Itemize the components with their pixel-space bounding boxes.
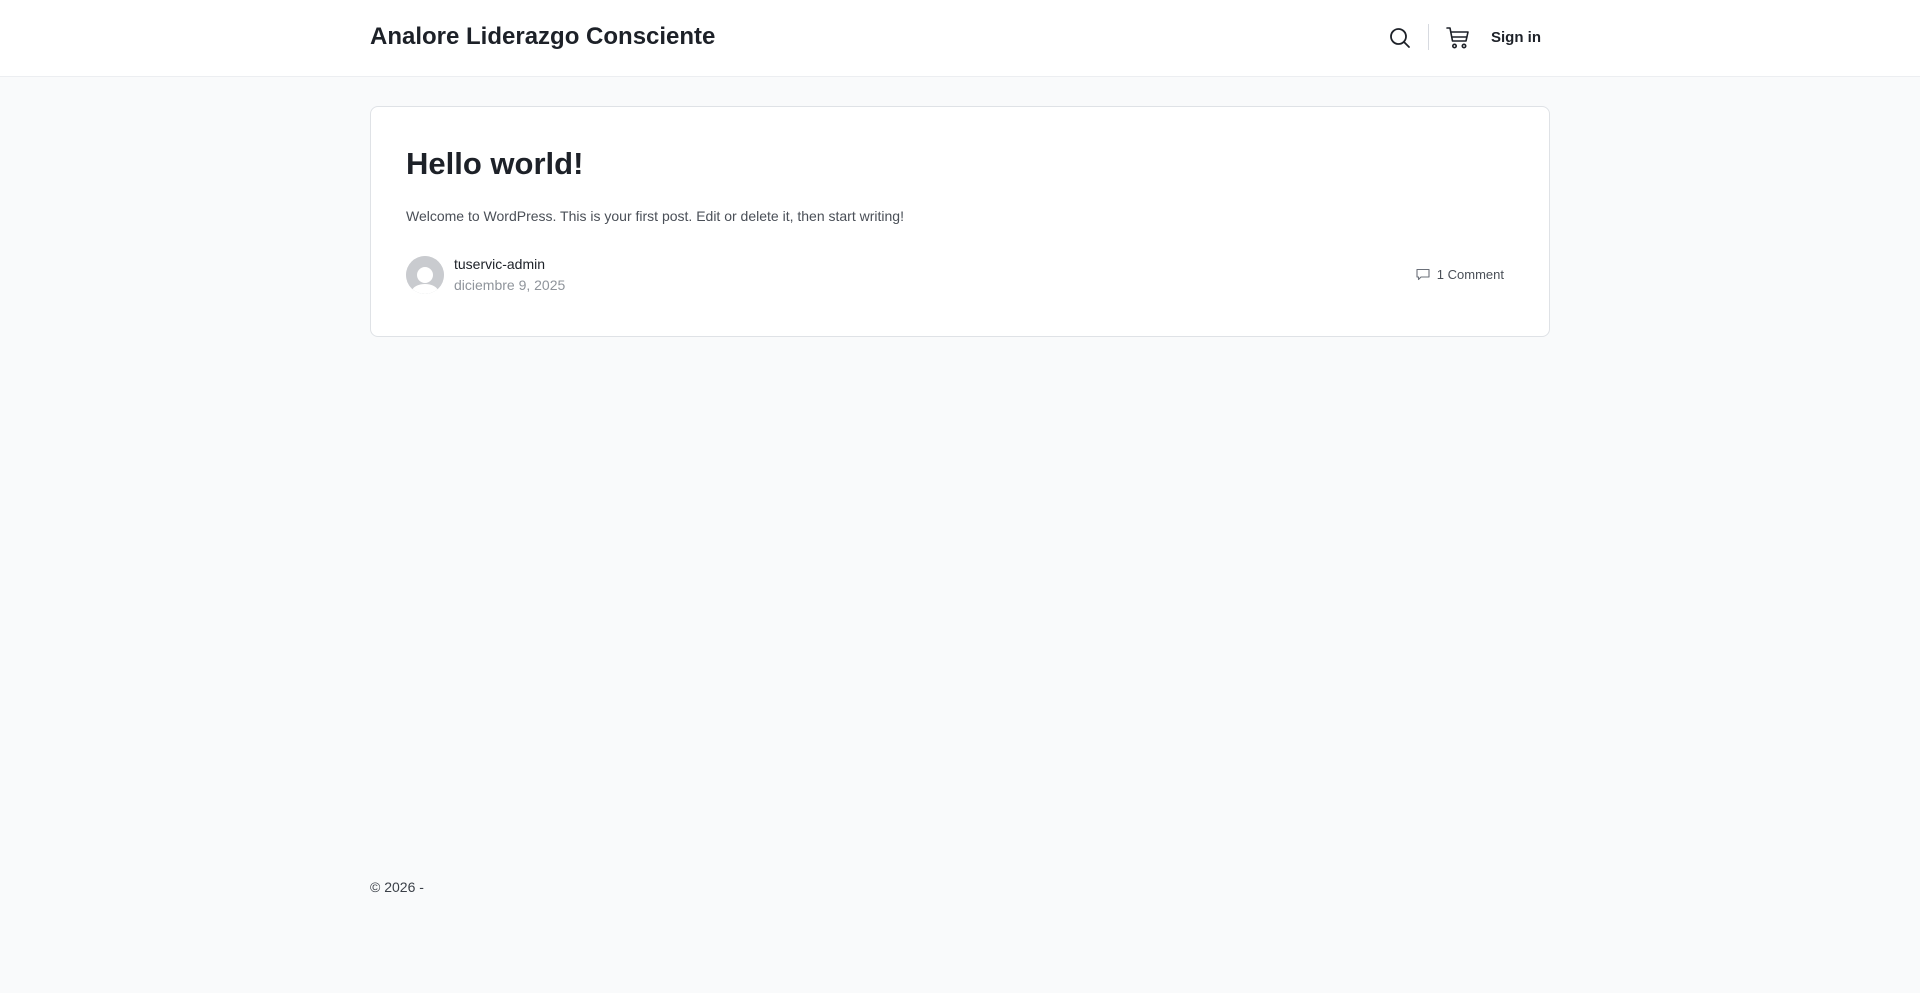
site-header: Analore Liderazgo Consciente Sign in: [0, 0, 1920, 77]
site-title[interactable]: Analore Liderazgo Consciente: [370, 23, 715, 51]
sign-in-link[interactable]: Sign in: [1491, 29, 1541, 46]
post-author[interactable]: tuservic-admin: [454, 256, 545, 272]
header-divider: [1428, 24, 1429, 50]
search-button[interactable]: [1388, 26, 1412, 50]
author-avatar: [406, 256, 444, 294]
post-date: diciembre 9, 2025: [454, 277, 566, 293]
comment-icon: [1416, 268, 1430, 281]
post-excerpt: Welcome to WordPress. This is your first…: [406, 208, 904, 224]
comments-count: 1 Comment: [1436, 267, 1504, 282]
post-card: Hello world! Welcome to WordPress. This …: [370, 106, 1550, 337]
avatar-icon: [406, 256, 444, 294]
footer-copyright: © 2026 -: [370, 879, 424, 895]
comments-link[interactable]: 1 Comment: [1416, 267, 1504, 282]
cart-icon: [1446, 27, 1469, 49]
post-title[interactable]: Hello world!: [406, 146, 583, 182]
search-icon: [1390, 28, 1410, 48]
cart-button[interactable]: [1445, 26, 1471, 50]
